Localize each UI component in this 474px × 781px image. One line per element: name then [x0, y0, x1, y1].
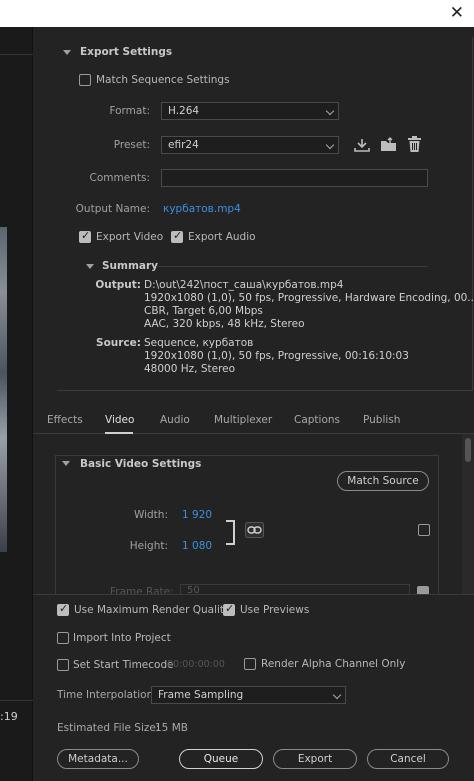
collapse-export-settings-icon[interactable] — [63, 50, 71, 55]
set-start-timecode-checkbox[interactable] — [57, 659, 69, 671]
metadata-button[interactable]: Metadata... — [57, 749, 139, 769]
preset-value: efir24 — [168, 139, 199, 151]
export-audio-checkbox[interactable] — [171, 229, 183, 243]
tab-captions[interactable]: Captions — [294, 414, 340, 426]
summary-source-line: Sequence, курбатов — [144, 337, 254, 349]
width-value[interactable]: 1 920 — [182, 509, 212, 521]
link-icon[interactable] — [245, 522, 264, 538]
export-audio-label: Export Audio — [188, 231, 256, 243]
summary-source-line: 48000 Hz, Stereo — [144, 363, 236, 375]
save-preset-icon[interactable] — [353, 137, 371, 153]
divider — [0, 700, 33, 701]
import-into-project-label: Import Into Project — [73, 632, 171, 644]
summary-output-line: CBR, Target 6,00 Mbps — [144, 305, 263, 317]
export-video-label: Export Video — [96, 231, 164, 243]
time-interpolation-dropdown[interactable]: Frame Sampling — [151, 686, 346, 704]
preset-label: Preset: — [113, 139, 150, 151]
summary-output-label: Output: — [95, 279, 141, 291]
summary-title: Summary — [102, 260, 159, 272]
cancel-button[interactable]: Cancel — [367, 749, 449, 769]
tab-multiplexer[interactable]: Multiplexer — [214, 414, 272, 426]
max-render-quality-checkbox[interactable] — [57, 602, 69, 616]
import-into-project-checkbox[interactable] — [57, 632, 69, 644]
height-value[interactable]: 1 080 — [182, 540, 212, 552]
time-interpolation-label: Time Interpolation: — [57, 689, 157, 701]
scrollbar-thumb[interactable] — [465, 438, 471, 462]
max-render-quality-label: Use Maximum Render Quality — [74, 604, 231, 616]
tab-audio[interactable]: Audio — [160, 414, 190, 426]
summary-source-line: 1920x1080 (1,0), 50 fps, Progressive, 00… — [144, 350, 409, 362]
tab-video[interactable]: Video — [105, 414, 134, 426]
estimated-file-size-value: 15 MB — [155, 722, 188, 734]
active-tab-indicator — [105, 432, 133, 434]
use-previews-label: Use Previews — [240, 604, 310, 616]
summary-output-line: D:\out\242\пост_саша\курбатов.mp4 — [144, 279, 344, 291]
start-timecode-value[interactable]: 00:00:00:00 — [167, 659, 225, 670]
format-dropdown[interactable]: H.264 — [161, 102, 339, 120]
time-interpolation-value: Frame Sampling — [158, 689, 244, 701]
height-label: Height: — [129, 540, 168, 552]
export-video-checkbox[interactable] — [79, 229, 91, 243]
chevron-down-icon — [325, 140, 335, 150]
timecode-readout: :19 — [0, 710, 18, 723]
close-icon[interactable]: ✕ — [450, 3, 464, 23]
format-label: Format: — [109, 105, 150, 117]
set-start-timecode-label: Set Start Timecode — [73, 659, 174, 671]
match-sequence-label: Match Sequence Settings — [96, 74, 230, 86]
resize-checkbox[interactable] — [418, 524, 430, 536]
export-settings-title: Export Settings — [80, 46, 173, 58]
render-alpha-label: Render Alpha Channel Only — [261, 658, 406, 670]
divider — [0, 54, 33, 55]
format-value: H.264 — [168, 105, 200, 117]
render-alpha-checkbox[interactable] — [244, 658, 256, 670]
output-name-link[interactable]: курбатов.mp4 — [163, 203, 241, 215]
collapse-video-settings-icon[interactable] — [62, 461, 70, 466]
summary-output-line: 1920x1080 (1,0), 50 fps, Progressive, Ha… — [144, 292, 474, 304]
match-sequence-checkbox[interactable] — [79, 74, 91, 86]
tab-publish[interactable]: Publish — [363, 414, 400, 426]
estimated-file-size-label: Estimated File Size: — [57, 722, 160, 734]
title-bar: ✕ — [0, 0, 474, 27]
match-source-button[interactable]: Match Source — [337, 471, 429, 491]
comments-input[interactable] — [161, 169, 428, 187]
queue-button[interactable]: Queue — [179, 749, 263, 769]
collapse-summary-icon[interactable] — [86, 264, 94, 269]
preview-thumbnail — [0, 227, 7, 552]
export-button[interactable]: Export — [273, 749, 357, 769]
summary-output-line: AAC, 320 kbps, 48 kHz, Stereo — [144, 318, 305, 330]
frame-rate-value: 50 — [187, 585, 200, 594]
preset-dropdown[interactable]: efir24 — [161, 136, 339, 154]
chevron-down-icon — [325, 106, 335, 116]
output-name-label: Output Name: — [75, 203, 150, 215]
summary-source-label: Source: — [96, 337, 141, 349]
width-label: Width: — [133, 509, 168, 521]
frame-rate-checkbox[interactable] — [417, 586, 429, 594]
summary-divider — [156, 266, 428, 267]
chevron-down-icon — [332, 690, 342, 700]
import-preset-icon[interactable] — [379, 137, 398, 153]
delete-preset-icon[interactable] — [407, 136, 422, 153]
basic-video-settings-title: Basic Video Settings — [80, 458, 202, 470]
comments-label: Comments: — [89, 172, 150, 184]
dimension-bracket — [226, 520, 235, 545]
tab-effects[interactable]: Effects — [47, 414, 83, 426]
use-previews-checkbox[interactable] — [223, 602, 235, 616]
frame-rate-dropdown[interactable]: 50 — [180, 584, 410, 594]
